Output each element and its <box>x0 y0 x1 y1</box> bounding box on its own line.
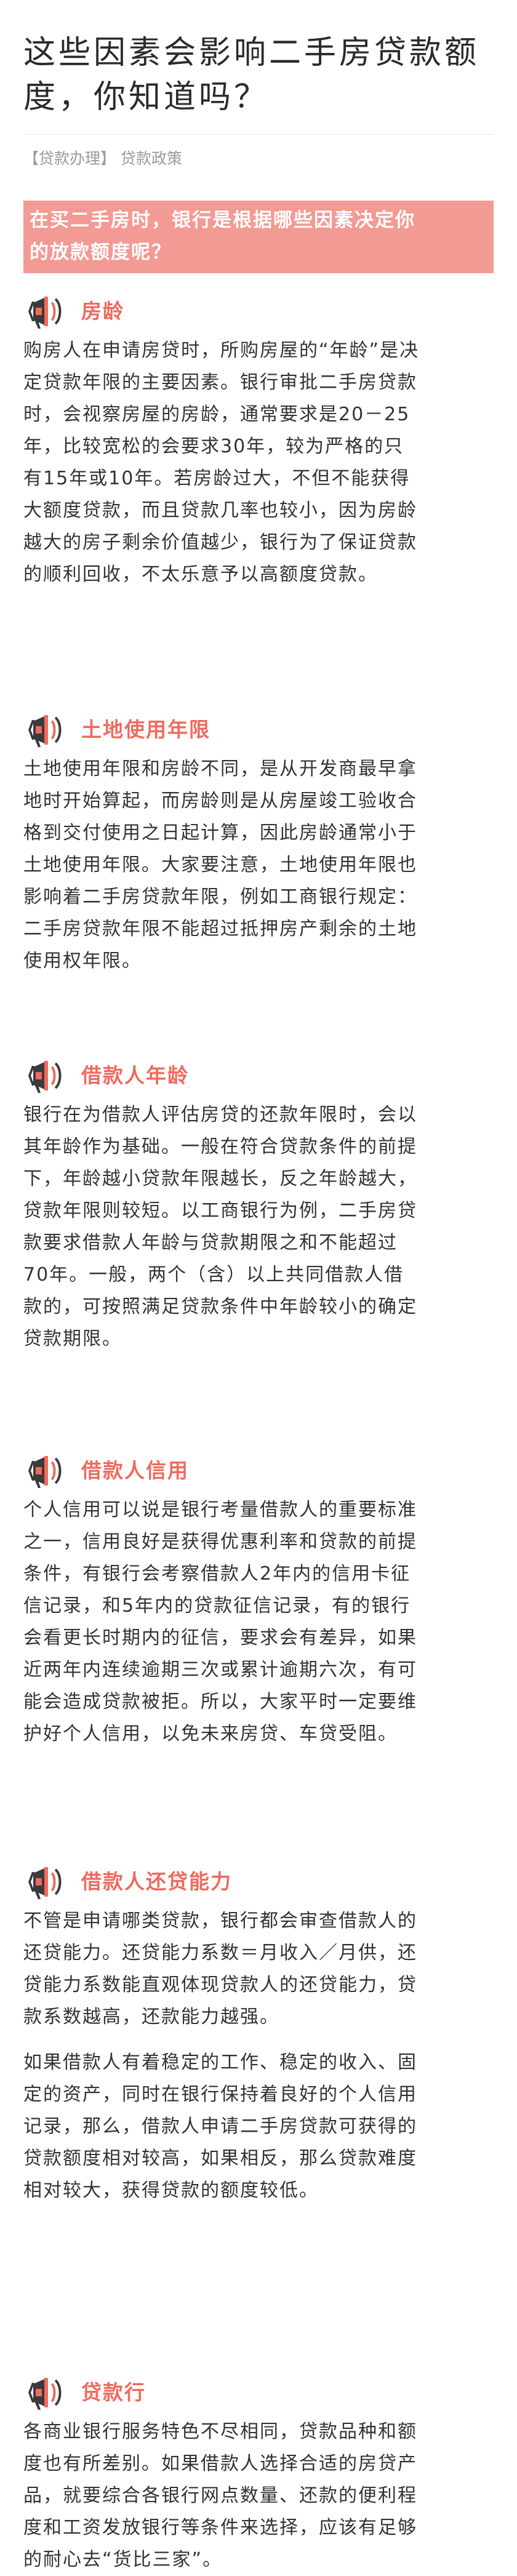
paragraph-line: 二手房贷款年限不能超过抵押房产剩余的土地 <box>23 918 417 940</box>
article-title-line: 这些因素会影响二手房贷款额 <box>23 34 480 71</box>
paragraph-line: 影响着二手房贷款年限，例如工商银行规定： <box>23 886 417 908</box>
paragraph-line: 使用权年限。 <box>23 950 142 972</box>
paragraph-line: 土地使用年限和房龄不同，是从开发商最早拿 <box>23 758 417 780</box>
paragraph-line: 贷款期限。 <box>23 1328 122 1350</box>
paragraph-line: 品，就要综合各银行网点数量、还款的便利程 <box>23 2485 417 2506</box>
breadcrumb-subcategory-link[interactable]: 贷款政策 <box>121 150 182 167</box>
article-title: 这些因素会影响二手房贷款额 度，你知道吗？ <box>23 31 497 119</box>
section-header: 借款人还贷能力 <box>23 1865 497 1900</box>
paragraph-line: 贷款额度相对较高，如果相反，那么贷款难度 <box>23 2148 417 2169</box>
section-title: 借款人年龄 <box>81 1063 189 1087</box>
section-6: 贷款行各商业银行服务特色不尽相同，贷款品种和额 度也有所差别。如果借款人选择合适的… <box>23 2375 497 2576</box>
paragraph-line: 会看更长时期内的征信，要求会有差异，如果 <box>23 1627 417 1649</box>
section-5: 借款人还贷能力不管是申请哪类贷款，银行都会审查借款人的 还贷能力。还贷能力系数＝月… <box>23 1865 497 2207</box>
paragraph-line: 年，比较宽松的会要求30年，较为严格的只 <box>23 436 404 457</box>
section-title: 贷款行 <box>81 2380 146 2404</box>
paragraph-line: 的顺利回收，不太乐意予以高额度贷款。 <box>23 564 378 585</box>
paragraph-line: 时，会视察房屋的房龄，通常要求是20－25 <box>23 404 411 425</box>
section-2: 土地使用年限土地使用年限和房龄不同，是从开发商最早拿 地时开始算起，而房龄则是从房… <box>23 713 497 977</box>
paragraph-line: 银行在为借款人评估房贷的还款年限时，会以 <box>23 1104 417 1126</box>
paragraph-line: 护好个人信用，以免未来房贷、车贷受阻。 <box>23 1723 398 1745</box>
section-3: 借款人年龄银行在为借款人评估房贷的还款年限时，会以 其年龄作为基础。一般在符合贷款… <box>23 1058 497 1355</box>
section-title: 房龄 <box>81 299 124 323</box>
section-header: 房龄 <box>23 294 497 330</box>
paragraph-line: 大额度贷款，而且贷款几率也较小，因为房龄 <box>23 500 417 521</box>
section-paragraph: 土地使用年限和房龄不同，是从开发商最早拿 地时开始算起，而房龄则是从房屋竣工验收合… <box>23 753 497 977</box>
section-header: 贷款行 <box>23 2375 497 2411</box>
banner-text-line: 在买二手房时，银行是根据哪些因素决定你 <box>30 209 415 231</box>
paragraph-line: 款要求借款人年龄与贷款期限之和不能超过 <box>23 1232 398 1254</box>
section-paragraph: 各商业银行服务特色不尽相同，贷款品种和额 度也有所差别。如果借款人选择合适的房贷产… <box>23 2416 497 2576</box>
section-header: 借款人年龄 <box>23 1058 497 1094</box>
paragraph-line: 各商业银行服务特色不尽相同，贷款品种和额 <box>23 2421 417 2442</box>
paragraph-line: 还贷能力。还贷能力系数＝月收入／月供，还 <box>23 1942 417 1964</box>
paragraph-line: 定的资产，同时在银行保持着良好的个人信用 <box>23 2084 417 2105</box>
paragraph-line: 贷能力系数能直观体现贷款人的还贷能力，贷 <box>23 1974 417 1996</box>
section-header: 土地使用年限 <box>23 713 497 748</box>
breadcrumb: 【贷款办理】 贷款政策 <box>23 146 187 171</box>
paragraph-line: 相对较大，获得贷款的额度较低。 <box>23 2180 319 2201</box>
section-paragraph: 购房人在申请房贷时，所购房屋的“年龄”是决 定贷款年限的主要因素。银行审批二手房贷… <box>23 335 497 591</box>
section-title: 借款人还贷能力 <box>81 1870 232 1894</box>
paragraph-line: 70年。一般，两个（含）以上共同借款人借 <box>23 1264 404 1286</box>
breadcrumb-category-link[interactable]: 【贷款办理】 <box>23 150 116 167</box>
paragraph-line: 记录，那么，借款人申请二手房贷款可获得的 <box>23 2116 417 2137</box>
article-page: 这些因素会影响二手房贷款额 度，你知道吗？ 【贷款办理】 贷款政策 在买二手房时，… <box>0 0 517 2570</box>
article-title-line: 度，你知道吗？ <box>23 79 270 116</box>
paragraph-line: 土地使用年限。大家要注意，土地使用年限也 <box>23 854 417 876</box>
paragraph-line: 下，年龄越小贷款年限越长，反之年龄越大， <box>23 1168 417 1190</box>
paragraph-line: 有15年或10年。若房龄过大，不但不能获得 <box>23 468 411 489</box>
section-4: 借款人信用个人信用可以说是银行考量借款人的重要标准 之一，信用良好是获得优惠利率和… <box>23 1454 497 1750</box>
section-paragraph: 银行在为借款人评估房贷的还款年限时，会以 其年龄作为基础。一般在符合贷款条件的前提… <box>23 1099 497 1355</box>
paragraph-line: 定贷款年限的主要因素。银行审批二手房贷款 <box>23 372 417 393</box>
paragraph-line: 之一，信用良好是获得优惠利率和贷款的前提 <box>23 1531 417 1553</box>
paragraph-line: 款系数越高，还款能力越强。 <box>23 2006 279 2028</box>
paragraph-line: 款的，可按照满足贷款条件中年龄较小的确定 <box>23 1296 417 1318</box>
section-header: 借款人信用 <box>23 1454 497 1489</box>
paragraph-line: 不管是申请哪类贷款，银行都会审查借款人的 <box>23 1910 417 1932</box>
section-1: 房龄购房人在申请房贷时，所购房屋的“年龄”是决 定贷款年限的主要因素。银行审批二手… <box>23 294 497 591</box>
paragraph-line: 信记录，和5年内的贷款征信记录，有的银行 <box>23 1595 411 1617</box>
title-divider <box>23 134 494 135</box>
section-paragraph: 个人信用可以说是银行考量借款人的重要标准 之一，信用良好是获得优惠利率和贷款的前提… <box>23 1494 497 1750</box>
paragraph-line: 购房人在申请房贷时，所购房屋的“年龄”是决 <box>23 340 420 361</box>
section-title: 土地使用年限 <box>81 718 210 742</box>
paragraph-line: 如果借款人有着稳定的工作、稳定的收入、固 <box>23 2052 417 2073</box>
paragraph-line: 格到交付使用之日起计算，因此房龄通常小于 <box>23 822 417 844</box>
section-title: 借款人信用 <box>81 1458 189 1482</box>
paragraph-line: 地时开始算起，而房龄则是从房屋竣工验收合 <box>23 790 417 812</box>
paragraph-line: 能会造成贷款被拒。所以，大家平时一定要维 <box>23 1691 417 1713</box>
paragraph-line: 越大的房子剩余价值越少，银行为了保证贷款 <box>23 532 417 553</box>
paragraph-line: 度和工资发放银行等条件来选择，应该有足够 <box>23 2517 417 2538</box>
section-paragraph: 不管是申请哪类贷款，银行都会审查借款人的 还贷能力。还贷能力系数＝月收入／月供，还… <box>23 1905 497 2033</box>
paragraph-line: 个人信用可以说是银行考量借款人的重要标准 <box>23 1499 417 1521</box>
paragraph-line: 近两年内连续逾期三次或累计逾期六次，有可 <box>23 1659 417 1681</box>
paragraph-line: 条件，有银行会考察借款人2年内的信用卡征 <box>23 1563 411 1585</box>
paragraph-line: 其年龄作为基础。一般在符合贷款条件的前提 <box>23 1136 417 1158</box>
paragraph-line: 贷款年限则较短。以工商银行为例，二手房贷 <box>23 1200 417 1222</box>
paragraph-line: 度也有所差别。如果借款人选择合适的房贷产 <box>23 2453 417 2474</box>
banner-text-line: 的放款额度呢？ <box>30 241 172 263</box>
intro-banner: 在买二手房时，银行是根据哪些因素决定你 的放款额度呢？ <box>23 201 494 273</box>
paragraph-line: 的耐心去“货比三家”。 <box>23 2549 223 2570</box>
section-paragraph: 如果借款人有着稳定的工作、稳定的收入、固 定的资产，同时在银行保持着良好的个人信用… <box>23 2047 497 2207</box>
